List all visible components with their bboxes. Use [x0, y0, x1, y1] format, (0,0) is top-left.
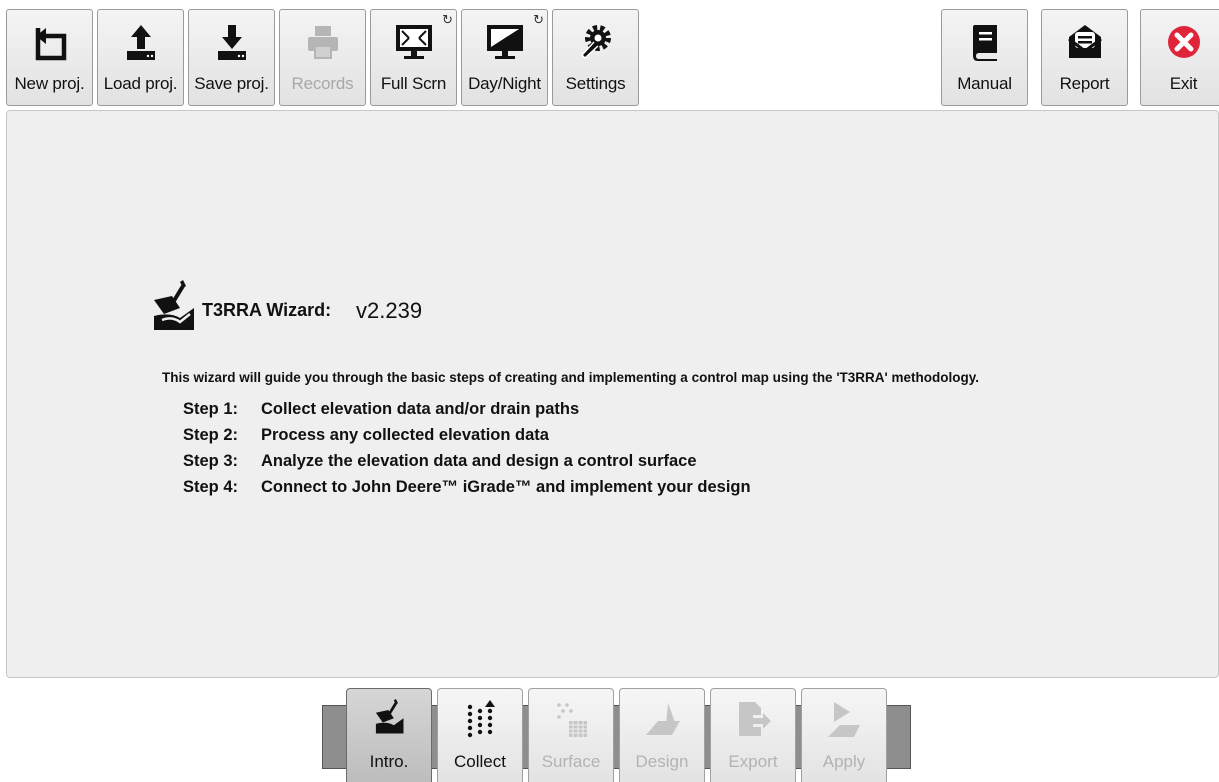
design-surface-icon [620, 695, 704, 743]
step-label: Step 1: [183, 400, 239, 418]
undo-arrow-icon [7, 16, 92, 68]
tab-intro[interactable]: Intro. [346, 688, 432, 782]
exit-button[interactable]: Exit [1140, 9, 1219, 106]
report-button[interactable]: Report [1041, 9, 1128, 106]
new-project-button[interactable]: New proj. [6, 9, 93, 106]
wizard-intro-text: This wizard will guide you through the b… [162, 370, 979, 385]
surface-grid-icon [529, 695, 613, 743]
close-circle-icon [1141, 16, 1219, 68]
step-text: Analyze the elevation data and design a … [261, 452, 697, 470]
step-label: Step 2: [183, 426, 239, 444]
t3rra-wizard-icon [347, 695, 431, 743]
full-screen-button[interactable]: ↻ Full Scrn [370, 9, 457, 106]
wizard-step: Step 2: Process any collected elevation d… [183, 426, 549, 445]
wizard-version: v2.239 [356, 298, 423, 323]
book-icon [942, 16, 1027, 68]
download-icon [189, 16, 274, 68]
tab-export[interactable]: Export [710, 688, 796, 782]
export-file-icon [711, 695, 795, 743]
wizard-step: Step 3: Analyze the elevation data and de… [183, 452, 697, 471]
envelope-report-icon [1042, 16, 1127, 68]
tab-apply[interactable]: Apply [801, 688, 887, 782]
gear-wrench-icon [553, 16, 638, 68]
wizard-title: T3RRA Wizard: [202, 300, 332, 320]
load-project-button[interactable]: Load proj. [97, 9, 184, 106]
step-text: Process any collected elevation data [261, 426, 549, 444]
day-night-monitor-icon [462, 16, 547, 68]
upload-icon [98, 16, 183, 68]
tab-surface[interactable]: Surface [528, 688, 614, 782]
step-label: Step 3: [183, 452, 239, 470]
step-label: Step 4: [183, 478, 239, 496]
t3rra-wizard-logo-icon [150, 280, 196, 338]
day-night-button[interactable]: ↻ Day/Night [461, 9, 548, 106]
wizard-step: Step 1: Collect elevation data and/or dra… [183, 400, 579, 419]
manual-button[interactable]: Manual [941, 9, 1028, 106]
tab-design[interactable]: Design [619, 688, 705, 782]
settings-button[interactable]: Settings [552, 9, 639, 106]
tab-collect[interactable]: Collect [437, 688, 523, 782]
step-text: Collect elevation data and/or drain path… [261, 400, 580, 418]
wizard-panel [6, 110, 1219, 678]
apply-play-icon [802, 695, 886, 743]
records-button[interactable]: Records [279, 9, 366, 106]
save-project-button[interactable]: Save proj. [188, 9, 275, 106]
step-text: Connect to John Deere™ iGrade™ and imple… [261, 478, 751, 496]
collect-path-icon [438, 695, 522, 743]
fullscreen-monitor-icon [371, 16, 456, 68]
printer-icon [280, 16, 365, 68]
wizard-step: Step 4: Connect to John Deere™ iGrade™ an… [183, 478, 751, 497]
